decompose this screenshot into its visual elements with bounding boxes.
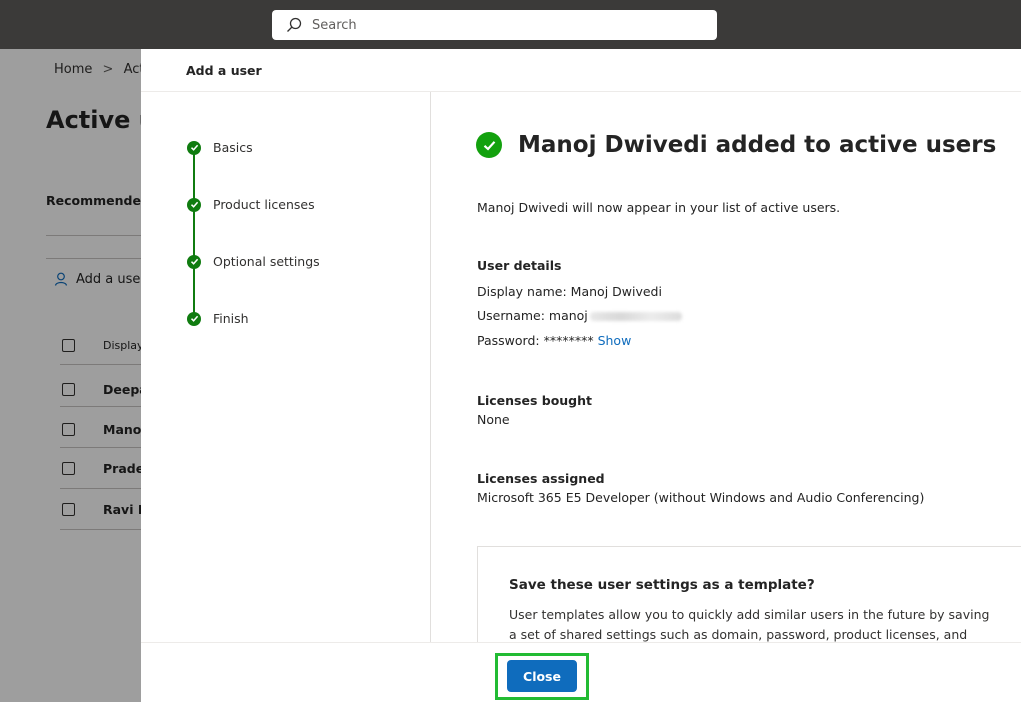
licenses-assigned-heading: Licenses assigned xyxy=(477,471,605,486)
close-button[interactable]: Close xyxy=(507,660,577,692)
search-placeholder: Search xyxy=(312,17,357,33)
step-basics[interactable]: Basics xyxy=(187,140,253,155)
licenses-bought-heading: Licenses bought xyxy=(477,393,593,408)
search-input[interactable]: Search xyxy=(272,10,717,40)
username-text: Username: manoj xyxy=(477,308,588,323)
template-title: Save these user settings as a template? xyxy=(509,577,815,593)
template-description: User templates allow you to quickly add … xyxy=(509,607,990,642)
step-product-licenses[interactable]: Product licenses xyxy=(187,197,315,212)
add-user-panel: Add a user Basics Product licenses Optio… xyxy=(141,49,1021,702)
panel-header: Add a user xyxy=(141,49,1021,92)
step-label: Finish xyxy=(213,311,249,326)
password-text: Password: ******** xyxy=(477,333,594,348)
success-checkmark-icon xyxy=(476,132,502,158)
panel-footer: Close xyxy=(141,642,1021,702)
checkmark-icon xyxy=(187,140,201,155)
step-finish[interactable]: Finish xyxy=(187,311,249,326)
show-password-link[interactable]: Show xyxy=(598,333,632,348)
display-name-value: Display name: Manoj Dwivedi xyxy=(477,284,662,299)
licenses-assigned-value: Microsoft 365 E5 Developer (without Wind… xyxy=(477,490,925,505)
step-optional-settings[interactable]: Optional settings xyxy=(187,254,320,269)
step-label: Basics xyxy=(213,140,253,155)
success-heading: Manoj Dwivedi added to active users xyxy=(476,132,996,158)
wizard-steps: Basics Product licenses Optional setting… xyxy=(141,92,431,642)
search-icon xyxy=(287,17,302,32)
checkmark-icon xyxy=(187,254,201,269)
checkmark-icon xyxy=(187,311,201,326)
username-value: Username: manoj xyxy=(477,308,682,323)
intro-text: Manoj Dwivedi will now appear in your li… xyxy=(477,200,841,215)
panel-content: Manoj Dwivedi added to active users Mano… xyxy=(431,92,1021,642)
password-value: Password: ******** Show xyxy=(477,333,631,348)
checkmark-icon xyxy=(187,197,201,212)
panel-title: Add a user xyxy=(186,63,262,78)
top-bar: Search xyxy=(0,0,1021,49)
page-heading: Manoj Dwivedi added to active users xyxy=(518,132,997,158)
step-connector xyxy=(193,206,195,256)
template-card: Save these user settings as a template? … xyxy=(477,546,1021,642)
step-connector xyxy=(193,263,195,313)
step-label: Product licenses xyxy=(213,197,315,212)
redacted-domain xyxy=(589,312,682,321)
licenses-bought-value: None xyxy=(477,412,510,427)
step-label: Optional settings xyxy=(213,254,320,269)
step-connector xyxy=(193,149,195,199)
user-details-heading: User details xyxy=(477,258,562,273)
